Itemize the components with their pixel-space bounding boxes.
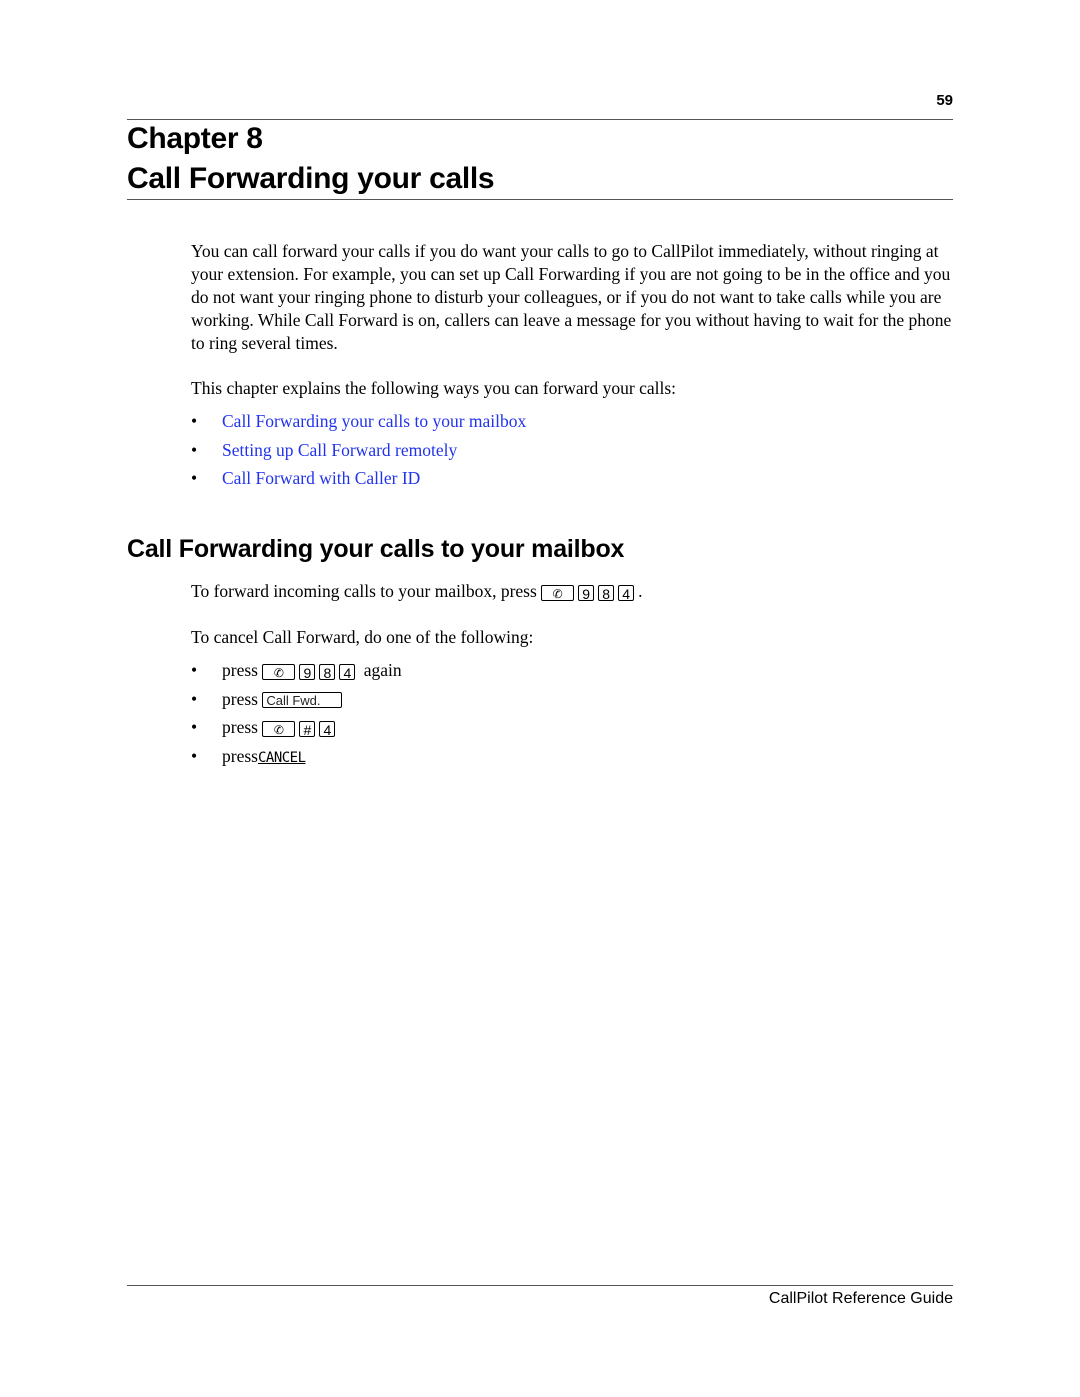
title-rule [127, 199, 953, 200]
cancel-option: • press ✆ 9 8 4 again [191, 659, 402, 688]
cancel-option: • pressCANCEL [191, 745, 402, 774]
cancel-display-key: CANCEL [257, 749, 306, 766]
toc-list: • Call Forwarding your calls to your mail… [191, 410, 526, 496]
cancel-options-list: • press ✆ 9 8 4 again • press Call Fwd. • p… [191, 659, 402, 773]
press-word: press [222, 717, 258, 737]
toc-link-mailbox[interactable]: Call Forwarding your calls to your mailb… [222, 411, 526, 431]
feature-key-icon: ✆ [262, 720, 296, 737]
cancel-option: • press ✆ #4 [191, 716, 402, 745]
call-fwd-softkey: Call Fwd. [262, 692, 343, 709]
chapter-number: Chapter 8 [127, 122, 263, 155]
key-8: 8 [319, 663, 336, 681]
bullet: • [191, 411, 198, 431]
bullet: • [191, 439, 198, 460]
bullet: • [191, 745, 198, 766]
forward-end: . [638, 581, 643, 601]
key-4: 4 [339, 663, 356, 681]
bullet: • [191, 717, 198, 737]
key-8: 8 [598, 584, 615, 602]
cancel-intro: To cancel Call Forward, do one of the fo… [191, 627, 534, 647]
key-9: 9 [299, 663, 316, 681]
press-word: press [222, 688, 258, 709]
section-heading: Call Forwarding your calls to your mailb… [127, 535, 625, 563]
key-4: 4 [319, 720, 336, 738]
feature-key-icon: ✆ [262, 663, 296, 680]
feature-key-icon: ✆ [541, 584, 575, 601]
chapter-title: Chapter 8 Call Forwarding your calls [127, 119, 495, 199]
key-hash: # [299, 720, 316, 738]
again-text: again [363, 660, 402, 680]
toc-link-caller-id[interactable]: Call Forward with Caller ID [222, 468, 420, 488]
toc-item: • Call Forwarding your calls to your mail… [191, 410, 526, 439]
key-9: 9 [578, 584, 595, 602]
bullet: • [191, 688, 198, 709]
toc-link-remote[interactable]: Setting up Call Forward remotely [222, 440, 457, 460]
cancel-option: • press Call Fwd. [191, 688, 402, 717]
page-number: 59 [936, 92, 953, 109]
forward-instruction: To forward incoming calls to your mailbo… [191, 580, 643, 603]
forward-text: To forward incoming calls to your mailbo… [191, 581, 537, 601]
press-word: press [222, 660, 258, 680]
footer-rule [127, 1285, 953, 1286]
bullet: • [191, 468, 198, 488]
toc-item: • Call Forward with Caller ID [191, 467, 526, 496]
intro-paragraph: You can call forward your calls if you d… [191, 241, 952, 353]
footer-title: CallPilot Reference Guide [768, 1290, 953, 1307]
key-4: 4 [618, 584, 635, 602]
explain-line: This chapter explains the following ways… [191, 378, 677, 398]
press-word: press [222, 745, 258, 766]
bullet: • [191, 660, 198, 680]
chapter-name: Call Forwarding your calls [127, 162, 495, 195]
toc-item: • Setting up Call Forward remotely [191, 439, 526, 468]
